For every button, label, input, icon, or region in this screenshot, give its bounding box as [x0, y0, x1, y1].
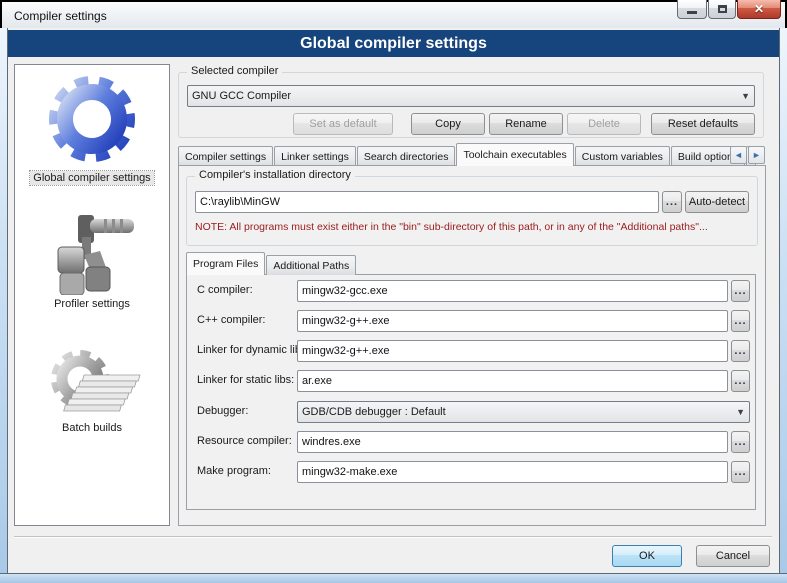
- window-frame-right: [779, 28, 787, 573]
- titlebar[interactable]: Compiler settings: [2, 2, 785, 28]
- compiler-select[interactable]: GNU GCC Compiler ▼: [187, 85, 755, 107]
- c-compiler-input[interactable]: [297, 280, 728, 302]
- make-program-browse-button[interactable]: ...: [731, 461, 750, 483]
- c-compiler-label: C compiler:: [197, 284, 253, 296]
- tab-toolchain-executables[interactable]: Toolchain executables: [456, 143, 573, 166]
- installation-note: NOTE: All programs must exist either in …: [195, 221, 755, 233]
- page-title: Global compiler settings: [8, 30, 779, 57]
- linker-dynamic-label: Linker for dynamic libs:: [197, 344, 310, 356]
- chevron-down-icon: ▼: [737, 91, 750, 101]
- installation-directory-group: Compiler's installation directory ... Au…: [186, 176, 758, 246]
- tab-compiler-settings[interactable]: Compiler settings: [178, 146, 273, 166]
- tab-custom-variables[interactable]: Custom variables: [575, 146, 670, 166]
- sidebar-item-global-compiler-settings[interactable]: Global compiler settings: [30, 69, 153, 185]
- reset-defaults-button[interactable]: Reset defaults: [651, 113, 755, 135]
- resource-compiler-browse-button[interactable]: ...: [731, 431, 750, 453]
- settings-category-list: Global compiler settings: [14, 64, 170, 526]
- window-frame-left: [0, 28, 8, 573]
- cpp-compiler-input[interactable]: [297, 310, 728, 332]
- set-as-default-button[interactable]: Set as default: [293, 113, 393, 135]
- sidebar-item-label: Batch builds: [59, 421, 125, 435]
- footer-separator: [14, 536, 772, 538]
- close-icon: ✕: [754, 3, 764, 15]
- tab-search-directories[interactable]: Search directories: [357, 146, 456, 166]
- dialog-client-area: Global compiler settings Global compiler…: [8, 28, 779, 573]
- tab-scroll-left-button[interactable]: ◄: [730, 146, 747, 164]
- arrow-right-icon: ►: [752, 150, 761, 160]
- cancel-button[interactable]: Cancel: [696, 545, 770, 567]
- linker-static-browse-button[interactable]: ...: [731, 370, 750, 392]
- debugger-label: Debugger:: [197, 405, 248, 417]
- cpp-compiler-browse-button[interactable]: ...: [731, 310, 750, 332]
- maximize-button[interactable]: [708, 0, 736, 19]
- installation-directory-browse-button[interactable]: ...: [662, 191, 682, 213]
- make-program-input[interactable]: [297, 461, 728, 483]
- sidebar-item-label: Global compiler settings: [30, 171, 153, 185]
- c-compiler-browse-button[interactable]: ...: [731, 280, 750, 302]
- tab-linker-settings[interactable]: Linker settings: [274, 146, 356, 166]
- maximize-icon: [718, 5, 727, 13]
- selected-compiler-group-label: Selected compiler: [187, 65, 282, 77]
- close-button[interactable]: ✕: [737, 0, 781, 19]
- blue-gear-icon: [40, 69, 144, 169]
- batch-builds-gear-icon: [40, 345, 144, 419]
- linker-dynamic-input[interactable]: [297, 340, 728, 362]
- linker-static-input[interactable]: [297, 370, 728, 392]
- resource-compiler-input[interactable]: [297, 431, 728, 453]
- sidebar-item-batch-builds[interactable]: Batch builds: [40, 345, 144, 435]
- delete-button[interactable]: Delete: [567, 113, 641, 135]
- minimize-button[interactable]: [677, 0, 707, 19]
- profiler-caliper-icon: [44, 211, 140, 295]
- compiler-actions: Set as default Copy Rename Delete Reset …: [187, 113, 755, 135]
- compiler-select-value: GNU GCC Compiler: [192, 90, 737, 102]
- cpp-compiler-label: C++ compiler:: [197, 314, 265, 326]
- minimize-icon: [687, 11, 697, 14]
- compiler-settings-dialog: Compiler settings ✕ Global compiler sett…: [0, 0, 787, 583]
- linker-dynamic-browse-button[interactable]: ...: [731, 340, 750, 362]
- tab-scroll-right-button[interactable]: ►: [748, 146, 765, 164]
- linker-static-label: Linker for static libs:: [197, 374, 294, 386]
- chevron-down-icon: ▼: [732, 407, 745, 417]
- program-files-tab-bar: Program Files Additional Paths: [186, 252, 357, 275]
- sidebar-item-label: Profiler settings: [51, 297, 133, 311]
- debugger-select[interactable]: GDB/CDB debugger : Default ▼: [297, 401, 750, 423]
- tab-additional-paths[interactable]: Additional Paths: [266, 255, 356, 275]
- installation-directory-group-label: Compiler's installation directory: [195, 169, 355, 181]
- settings-tab-bar: Compiler settings Linker settings Search…: [178, 143, 766, 166]
- sidebar-item-profiler-settings[interactable]: Profiler settings: [44, 211, 140, 311]
- window-title: Compiler settings: [14, 9, 107, 23]
- copy-button[interactable]: Copy: [411, 113, 485, 135]
- program-files-pane: C compiler: ... C++ compiler: ... Linker…: [186, 274, 756, 510]
- auto-detect-button[interactable]: Auto-detect: [685, 191, 749, 213]
- rename-button[interactable]: Rename: [489, 113, 563, 135]
- resource-compiler-label: Resource compiler:: [197, 435, 292, 447]
- window-frame-bottom: [0, 573, 787, 583]
- installation-directory-input[interactable]: [195, 191, 659, 213]
- tab-program-files[interactable]: Program Files: [186, 252, 265, 275]
- arrow-left-icon: ◄: [734, 150, 743, 160]
- make-program-label: Make program:: [197, 465, 271, 477]
- selected-compiler-group: Selected compiler GNU GCC Compiler ▼ Set…: [178, 72, 764, 138]
- ok-button[interactable]: OK: [612, 545, 682, 567]
- debugger-select-value: GDB/CDB debugger : Default: [302, 406, 732, 418]
